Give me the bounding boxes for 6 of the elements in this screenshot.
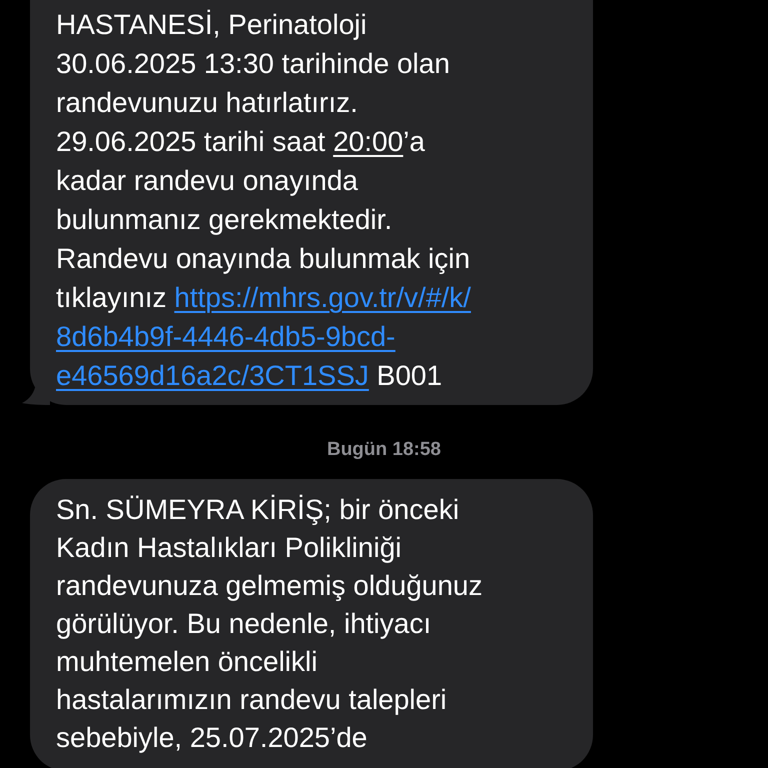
message-text: HASTANESİ, Perinatoloji 30.06.2025 13:30 tarihinde olan randevunuzu hatırlatırız. 29.06.2025 tarihi saat 20:00’a kadar randevu onayında bulunmanız gerekmektedir. Randevu onayında bulunmak için tıklayınız https://mhrs.gov.tr/v/#/k/ 8d6b4b9f-4446-4db5-9bcd- e46569d16a2c/3CT1SSJ B001: [56, 8, 472, 393]
url-link[interactable]: 8d6b4b9f-4446-4db5-9bcd-: [56, 321, 396, 352]
message-text: Sn. SÜMEYRA KİRİŞ; bir önceki Kadın Hastalıkları Polikliniği randevunuza gelmemiş olduğunuz görülüyor. Bu nedenle, ihtiyacı muhtemelen öncelikli hastalarımızın randevu talepleri sebebiyle, 25.07.2025’de: [56, 493, 484, 755]
url-link[interactable]: e46569d16a2c/3CT1SSJ: [56, 360, 369, 391]
url-link[interactable]: https://mhrs.gov.tr/v/#/k/: [174, 282, 471, 313]
message-timestamp: Bugün 18:58: [326, 439, 442, 461]
